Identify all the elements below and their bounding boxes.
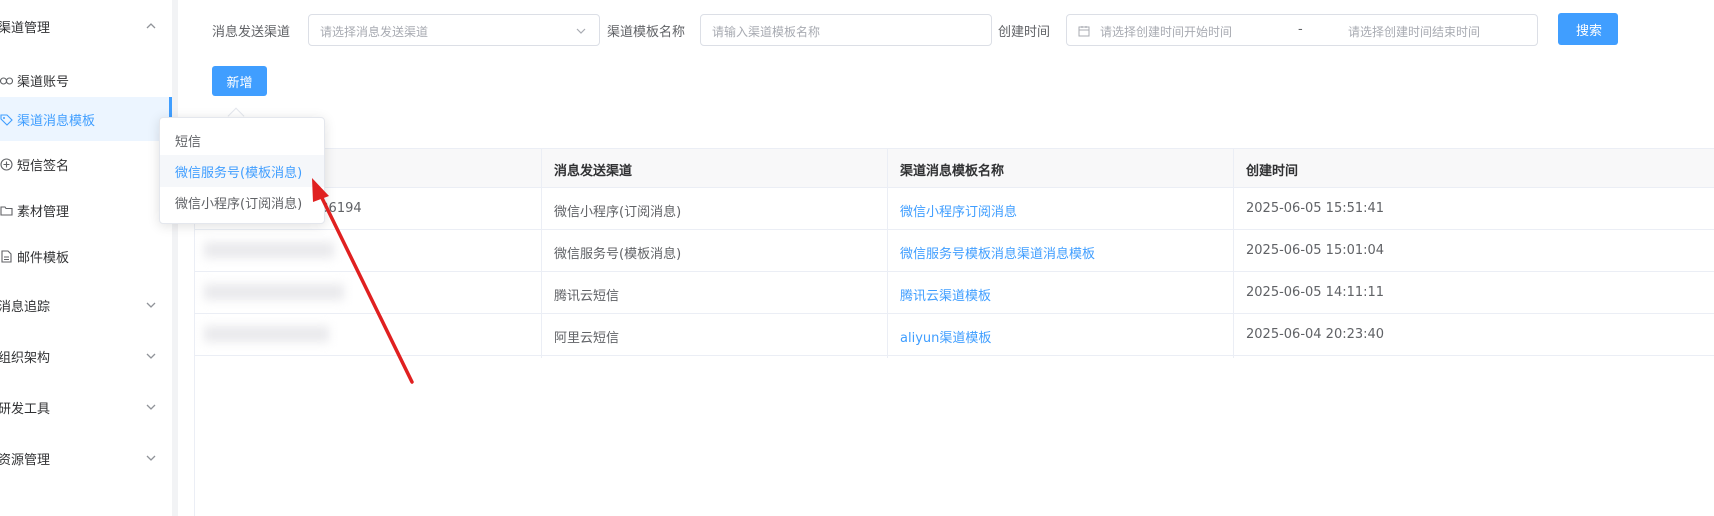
annotation-arrow-icon [312, 178, 414, 384]
